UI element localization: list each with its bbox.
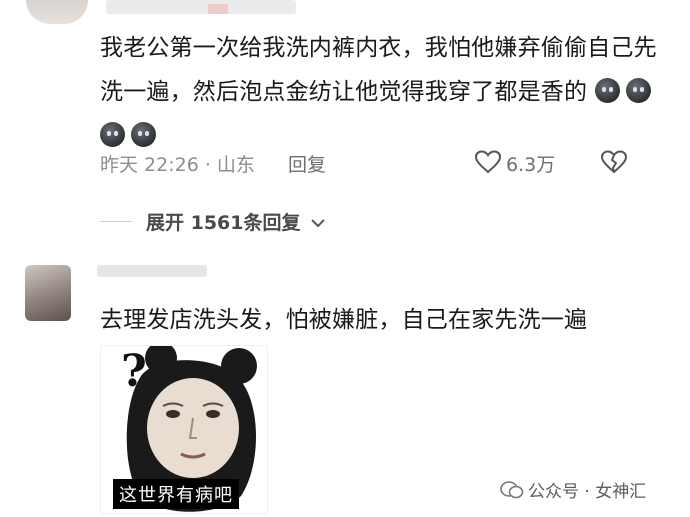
emoji-icon <box>131 122 156 147</box>
username-blurred[interactable] <box>106 0 296 14</box>
expand-replies-link[interactable]: 展开 1561条回复 <box>146 208 301 235</box>
like-count: 6.3万 <box>506 154 556 176</box>
comment-body: 我老公第一次给我洗内裤内衣，我怕他嫌弃偷偷自己先洗一遍，然后泡点金纺让他觉得我穿… <box>100 35 657 105</box>
avatar[interactable] <box>26 0 88 24</box>
username-badge-blurred <box>208 4 228 14</box>
meme-image[interactable]: ? 这世界有病吧 <box>100 345 268 514</box>
like-heart-icon[interactable] <box>474 150 502 178</box>
avatar[interactable] <box>25 265 71 321</box>
emoji-icon <box>100 122 125 147</box>
comment-text: 我老公第一次给我洗内裤内衣，我怕他嫌弃偷偷自己先洗一遍，然后泡点金纺让他觉得我穿… <box>100 26 660 158</box>
emoji-icon <box>625 78 651 103</box>
comment-body: 去理发店洗头发，怕被嫌脏，自己在家先洗一遍 <box>100 307 588 333</box>
chevron-down-icon[interactable] <box>310 214 326 233</box>
wechat-icon <box>500 480 524 504</box>
username-blurred[interactable] <box>97 265 207 277</box>
meme-caption: 这世界有病吧 <box>113 479 239 509</box>
question-mark: ? <box>121 346 147 397</box>
emoji-icon <box>594 78 620 103</box>
comment-time-location: 昨天 22:26 · 山东 <box>100 154 255 176</box>
expand-divider <box>100 221 132 222</box>
dislike-broken-heart-icon[interactable] <box>600 150 628 178</box>
reply-button[interactable]: 回复 <box>288 150 326 177</box>
watermark: 公众号 · 女神汇 <box>528 482 647 502</box>
